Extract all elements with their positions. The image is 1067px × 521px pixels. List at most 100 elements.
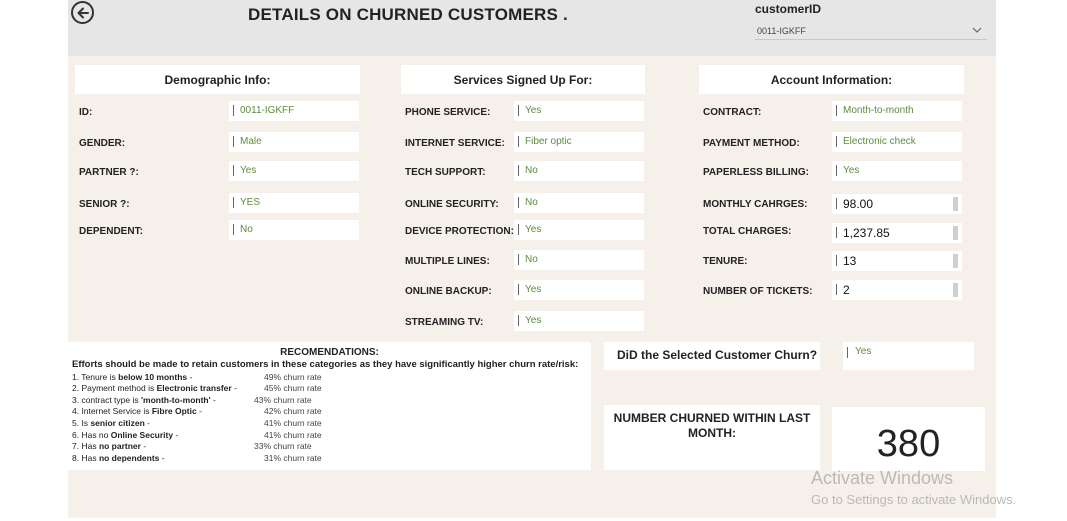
recommendation-item: 2. Payment method is Electronic transfer… [72, 383, 237, 393]
field-value-box: Yes [514, 220, 644, 240]
chevron-down-icon [972, 27, 982, 33]
recommendation-rate: 45% churn rate [264, 383, 322, 393]
field-label: ONLINE SECURITY: [405, 199, 499, 210]
page-title: DETAILS ON CHURNED CUSTOMERS . [248, 5, 568, 24]
card-value-box: 2 [832, 280, 962, 300]
demographic-heading: Demographic Info: [75, 65, 360, 94]
card-value-box: 98.00 [832, 194, 962, 214]
field-label: MULTIPLE LINES: [405, 256, 490, 267]
field-value: Yes [843, 165, 860, 176]
field-value-box: Yes [514, 311, 644, 331]
mini-scrollbar[interactable] [953, 226, 958, 240]
slicer-selected-value: 0011-IGKFF [757, 26, 806, 36]
churned-last-month-card: 380 [832, 407, 985, 471]
field-value: Fiber optic [525, 136, 572, 147]
recommendation-item: 7. Has no partner - [72, 441, 147, 451]
slicer-label: customerID [755, 2, 822, 16]
field-value: 0011-IGKFF [240, 105, 295, 116]
field-label: ONLINE BACKUP: [405, 286, 492, 297]
activate-windows-subtitle: Go to Settings to activate Windows. [811, 492, 1017, 507]
field-value-box: Male [229, 132, 359, 152]
recommendation-item: 4. Internet Service is Fibre Optic - [72, 406, 202, 416]
recommendation-rate: 43% churn rate [254, 395, 312, 405]
field-value: Yes [240, 165, 257, 176]
field-value-box: Month-to-month [832, 101, 962, 121]
activate-windows-title: Activate Windows [811, 468, 954, 488]
churned-last-month-label-box: NUMBER CHURNED WITHIN LAST MONTH: [604, 405, 820, 470]
recommendation-item: 3. contract type is 'month-to-month' - [72, 395, 216, 405]
field-value-box: Yes [514, 280, 644, 300]
field-value-box: No [514, 193, 644, 213]
recommendation-item: 6. Has no Online Security - [72, 430, 179, 440]
card-value-box: 13 [832, 251, 962, 271]
field-value-box: Yes [229, 161, 359, 181]
field-value-box: No [229, 220, 359, 240]
field-value-box: No [514, 161, 644, 181]
field-value-box: 0011-IGKFF [229, 101, 359, 121]
recommendation-rate: 33% churn rate [254, 441, 312, 451]
field-label: TECH SUPPORT: [405, 167, 486, 178]
customer-id-slicer[interactable]: 0011-IGKFF [755, 22, 987, 40]
field-label: ID: [79, 107, 93, 118]
card-value-box: 1,237.85 [832, 223, 962, 243]
back-button[interactable] [71, 1, 94, 24]
field-value-box: Yes [832, 161, 962, 181]
recommendation-rate: 41% churn rate [264, 418, 322, 428]
field-label: PAYMENT METHOD: [703, 138, 800, 149]
field-value-box: YES [229, 193, 359, 213]
mini-scrollbar[interactable] [953, 254, 958, 268]
field-value-box: Electronic check [832, 132, 962, 152]
churned-last-month-value: 380 [876, 423, 941, 465]
recommendation-rate: 49% churn rate [264, 372, 322, 382]
recommendation-rate: 31% churn rate [264, 453, 322, 463]
card-value: 13 [843, 254, 857, 268]
field-value: YES [240, 197, 261, 208]
mini-scrollbar[interactable] [953, 197, 958, 211]
field-value: No [525, 197, 538, 208]
recommendation-item: 1. Tenure is below 10 months - [72, 372, 193, 382]
churn-question-box: DiD the Selected Customer Churn? [604, 342, 820, 370]
recommendations-title: RECOMENDATIONS: [280, 347, 379, 358]
card-value: 98.00 [843, 197, 874, 211]
field-label: PHONE SERVICE: [405, 107, 491, 118]
field-value: Yes [525, 224, 542, 235]
churned-last-month-label: NUMBER CHURNED WITHIN LAST MONTH: [613, 411, 811, 440]
field-value-box: Yes [514, 101, 644, 121]
recommendation-item: 5. Is senior citizen - [72, 418, 150, 428]
recommendation-rate: 42% churn rate [264, 406, 322, 416]
churn-answer-box: Yes [843, 342, 974, 370]
recommendations-intro: Efforts should be made to retain custome… [72, 359, 579, 370]
field-label: TENURE: [703, 256, 748, 267]
field-label: PAPERLESS BILLING: [703, 167, 809, 178]
field-label: DEVICE PROTECTION: [405, 226, 514, 237]
recommendation-item: 8. Has no dependents - [72, 453, 165, 463]
field-value: Month-to-month [843, 105, 914, 116]
mini-scrollbar[interactable] [953, 283, 958, 297]
services-heading: Services Signed Up For: [401, 65, 645, 94]
field-value-box: Fiber optic [514, 132, 644, 152]
field-label: NUMBER OF TICKETS: [703, 286, 813, 297]
field-value-box: No [514, 250, 644, 270]
arrow-left-icon [77, 7, 89, 18]
report-page: DETAILS ON CHURNED CUSTOMERS . customerI… [0, 0, 1067, 521]
field-label: SENIOR ?: [79, 199, 130, 210]
card-value: 1,237.85 [843, 226, 890, 240]
field-value: No [240, 224, 253, 235]
field-value: Yes [525, 105, 542, 116]
recommendations-box: RECOMENDATIONS: Efforts should be made t… [68, 342, 591, 470]
recommendation-rate: 41% churn rate [264, 430, 322, 440]
field-label: DEPENDENT: [79, 226, 143, 237]
field-label: TOTAL CHARGES: [703, 226, 792, 237]
card-value: 2 [843, 283, 850, 297]
field-value: Electronic check [843, 136, 916, 147]
field-label: PARTNER ?: [79, 167, 139, 178]
field-value: No [525, 165, 538, 176]
field-label: STREAMING TV: [405, 317, 484, 328]
field-label: MONTHLY CAHRGES: [703, 199, 808, 210]
field-value: Male [240, 136, 262, 147]
account-heading: Account Information: [699, 65, 964, 94]
field-label: CONTRACT: [703, 107, 762, 118]
field-value: No [525, 254, 538, 265]
field-label: GENDER: [79, 138, 126, 149]
field-value: Yes [525, 315, 542, 326]
